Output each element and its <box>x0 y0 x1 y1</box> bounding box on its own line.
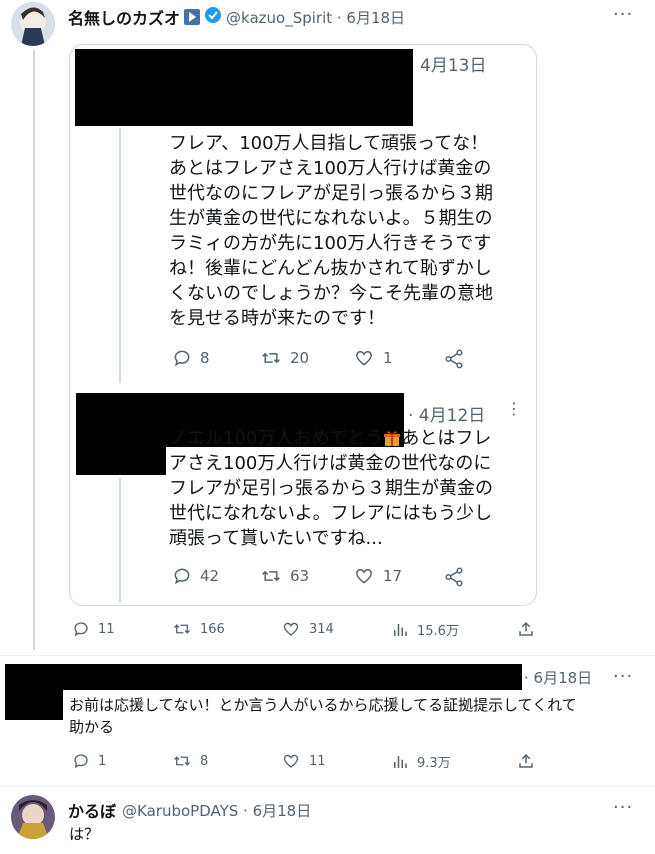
redacted-avatar <box>76 447 166 475</box>
reply-icon <box>74 754 88 769</box>
reply-icon <box>74 622 88 637</box>
redacted-avatar-name <box>75 49 413 126</box>
reply-icon <box>174 568 190 585</box>
play-badge-icon <box>184 9 201 25</box>
tweet-header: かるぼ @KaruboPDAYS · 6月18日 <box>68 798 311 822</box>
retweet-icon <box>262 352 280 364</box>
share-button[interactable] <box>517 620 535 638</box>
quote-b-text: ノエル100万人おめでとう あとはフレ アさえ100万人行けば黄金の世代なのに フ… <box>169 428 493 549</box>
handle-and-date[interactable]: @KaruboPDAYS · 6月18日 <box>122 800 311 821</box>
heart-icon <box>283 622 299 636</box>
quote-thread-line <box>119 478 121 603</box>
more-icon[interactable]: ··· <box>613 666 633 687</box>
retweet-icon <box>174 624 190 634</box>
more-icon[interactable]: ··· <box>613 4 633 25</box>
tweet2-date[interactable]: · 6月18日 <box>524 667 592 688</box>
verified-icon <box>204 6 222 28</box>
handle-and-date[interactable]: @kazuo_Spirit · 6月18日 <box>226 7 405 28</box>
reply-button[interactable]: 11 <box>72 620 115 638</box>
quote-b-reply-button[interactable]: 42 <box>172 566 219 586</box>
quote-a-text: フレア、100万人目指して頑張ってな！ あとはフレアさえ100万人行けば黄金の … <box>169 133 493 329</box>
retweet-button[interactable]: 166 <box>172 620 225 638</box>
heart-icon <box>355 351 373 366</box>
display-name[interactable]: かるぼ <box>68 798 116 822</box>
heart-icon <box>355 569 373 584</box>
quote-b-retweet-button[interactable]: 63 <box>260 566 309 586</box>
more-icon[interactable]: ⋮ <box>506 399 523 418</box>
tweet2-text: お前は応援してない！とか言う人がいるから応援してる証拠提示してくれて 助かる <box>69 696 577 736</box>
views-button[interactable]: 9.3万 <box>391 752 451 771</box>
reply-icon <box>174 350 190 367</box>
upload-icon <box>519 621 533 636</box>
quote-thread-line <box>119 128 121 383</box>
heart-icon <box>283 754 299 768</box>
share-icon <box>445 349 463 369</box>
thread-line <box>33 50 35 650</box>
quote-a-share-button[interactable] <box>443 348 465 370</box>
redacted-name <box>63 664 522 690</box>
quote-a-date[interactable]: 4月13日 <box>420 51 486 76</box>
views-icon <box>394 623 407 636</box>
retweet-icon <box>174 756 190 766</box>
avatar[interactable] <box>11 2 55 46</box>
tweet3-text: は？ <box>69 825 100 843</box>
share-icon <box>445 567 463 587</box>
retweet-icon <box>262 570 280 582</box>
views-icon <box>394 755 407 768</box>
share-button[interactable] <box>517 752 535 770</box>
upload-icon <box>519 753 533 768</box>
divider <box>0 655 655 656</box>
more-icon[interactable]: ··· <box>613 797 633 818</box>
retweet-button[interactable]: 8 <box>172 752 208 770</box>
views-button[interactable]: 15.6万 <box>391 620 459 639</box>
display-name[interactable]: 名無しのカズオ <box>68 5 180 29</box>
like-button[interactable]: 314 <box>281 620 334 638</box>
like-button[interactable]: 11 <box>281 752 326 770</box>
divider <box>0 786 655 787</box>
quote-b-share-button[interactable] <box>443 566 465 588</box>
quote-a-reply-button[interactable]: 8 <box>172 348 210 368</box>
avatar[interactable] <box>11 795 55 839</box>
quote-b-date[interactable]: · 4月12日 <box>408 401 485 426</box>
reply-button[interactable]: 1 <box>72 752 106 770</box>
gift-icon <box>383 429 401 447</box>
redacted-avatar <box>5 664 63 720</box>
tweet-header: 名無しのカズオ @kazuo_Spirit · 6月18日 <box>68 5 405 29</box>
quote-a-retweet-button[interactable]: 20 <box>260 348 309 368</box>
quote-b-like-button[interactable]: 17 <box>353 566 402 586</box>
quote-a-like-button[interactable]: 1 <box>353 348 393 368</box>
